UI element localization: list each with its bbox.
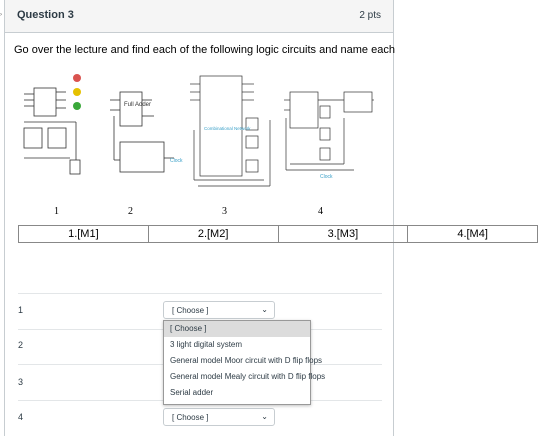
- question-title: Question 3: [17, 9, 74, 21]
- mapping-cell-2: 2.[M2]: [147, 225, 279, 243]
- figure-number-2: 2: [128, 206, 133, 217]
- figure-number-1: 1: [54, 206, 59, 217]
- match-select-4[interactable]: [ Choose ] ⌄: [163, 408, 275, 426]
- dropdown-option[interactable]: [ Choose ]: [164, 321, 310, 337]
- match-label-3: 3: [18, 377, 24, 387]
- dropdown-option[interactable]: Serial adder: [164, 385, 310, 401]
- red-light-icon: [73, 74, 81, 82]
- dropdown-option[interactable]: General model Moor circuit with D flip f…: [164, 353, 322, 369]
- question-header: Question 3 2 pts: [5, 0, 393, 33]
- question-points: 2 pts: [359, 10, 381, 21]
- full-adder-label: Full Adder: [124, 102, 151, 108]
- clock-label-4: Clock: [320, 174, 333, 180]
- dropdown-option[interactable]: 3 light digital system: [164, 337, 310, 353]
- mapping-table: 1.[M1] 2.[M2] 3.[M3] 4.[M4]: [18, 225, 538, 243]
- figure-3-moore-circuit: [190, 75, 271, 187]
- green-light-icon: [73, 102, 81, 110]
- mapping-cell-3: 3.[M3]: [277, 225, 409, 243]
- match-dropdown-menu: [ Choose ] 3 light digital system Genera…: [163, 320, 325, 405]
- match-select-1[interactable]: [ Choose ] ⌄: [163, 301, 275, 319]
- match-label-2: 2: [18, 340, 24, 350]
- match-row-divider: [18, 293, 382, 294]
- mapping-cell-4: 4.[M4]: [407, 225, 538, 243]
- yellow-light-icon: [73, 88, 81, 96]
- clock-label-2: Clock: [170, 158, 183, 164]
- figure-number-3: 3: [222, 206, 227, 217]
- figure-1-traffic-light-circuit: [23, 87, 81, 175]
- figure-number-4: 4: [318, 206, 323, 217]
- match-select-4-value: [ Choose ]: [172, 413, 209, 422]
- chevron-down-icon: ⌄: [261, 412, 268, 421]
- figure-4-mealy-circuit: [284, 91, 374, 171]
- collapse-arrow-icon[interactable]: ›: [0, 12, 2, 18]
- match-select-1-value: [ Choose ]: [172, 306, 209, 315]
- match-label-1: 1: [18, 305, 24, 315]
- dropdown-option[interactable]: General model Mealy circuit with D flip …: [164, 369, 325, 385]
- question-prompt: Go over the lecture and find each of the…: [14, 44, 395, 56]
- chevron-down-icon: ⌄: [261, 305, 268, 314]
- circuit-figures: Full Adder Clock Combinational Network C…: [23, 74, 374, 187]
- mapping-cell-1: 1.[M1]: [18, 225, 149, 243]
- match-label-4: 4: [18, 412, 24, 422]
- comb-label-3: Combinational Network: [204, 126, 251, 131]
